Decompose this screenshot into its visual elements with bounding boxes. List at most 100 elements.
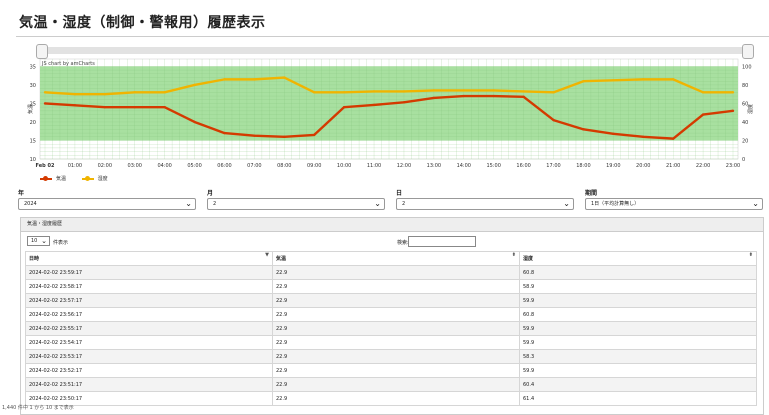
y-left-tick-label: 35 (30, 64, 36, 70)
temperature-point (283, 135, 286, 138)
x-tick-label: 09:00 (307, 163, 321, 169)
humidity-point (43, 91, 47, 94)
humidity-point (671, 78, 675, 81)
humidity-point (223, 78, 226, 81)
y-right-tick-label: 100 (742, 64, 752, 70)
legend-humidity-marker (81, 175, 94, 181)
legend-item-humidity[interactable]: 湿度 (81, 175, 108, 182)
x-tick-label: 11:00 (367, 163, 381, 169)
x-tick-label: 16:00 (516, 163, 530, 169)
column-header-datetime[interactable]: 日時 ▼ (25, 251, 273, 266)
cell-temp: 22.9 (272, 307, 520, 322)
cell-humidity: 59.9 (519, 363, 757, 378)
legend-temp-marker (40, 175, 52, 181)
year-value: 2024 (24, 201, 37, 207)
cell-datetime: 2024-02-02 23:51:17 (25, 377, 273, 392)
legend-humidity-label: 湿度 (97, 176, 108, 182)
y-right-tick-label: 0 (742, 157, 745, 163)
table-info: 1,440 件中 1 から 10 まで表示 (2, 405, 74, 411)
temperature-point (43, 102, 47, 105)
x-tick-label: 23:00 (726, 163, 740, 169)
temperature-point (522, 95, 525, 98)
cell-datetime: 2024-02-02 23:52:17 (25, 363, 273, 378)
table-row: 2024-02-02 23:52:17 22.9 59.9 (25, 363, 757, 378)
cell-temp: 22.9 (272, 377, 520, 392)
humidity-point (163, 91, 166, 94)
temperature-point (73, 104, 77, 107)
page-length-select[interactable]: 10 ⌄ (27, 236, 50, 246)
x-tick-label: 17:00 (546, 163, 560, 169)
humidity-point (372, 90, 376, 93)
cell-humidity: 59.9 (519, 335, 757, 350)
sort-desc-icon: ▼ (265, 252, 269, 258)
day-select[interactable]: 2 ⌄ (396, 198, 574, 210)
chevron-down-icon: ⌄ (185, 199, 192, 208)
x-tick-label: 02:00 (98, 163, 112, 169)
x-tick-label: 13:00 (427, 163, 441, 169)
page-length-suffix: 件表示 (53, 240, 69, 246)
year-select[interactable]: 2024 ⌄ (18, 198, 196, 210)
cell-datetime: 2024-02-02 23:53:17 (25, 349, 273, 364)
x-tick-label: 10:00 (337, 163, 351, 169)
temperature-point (223, 131, 226, 135)
humidity-point (522, 90, 525, 93)
legend-temp-label: 気温 (56, 176, 67, 182)
cell-temp: 22.9 (272, 265, 520, 280)
y-left-tick-label: 30 (30, 83, 36, 89)
x-tick-label: 15:00 (486, 163, 500, 169)
x-tick-label: 04:00 (157, 163, 171, 169)
cell-temp: 22.9 (272, 279, 520, 294)
humidity-point (283, 76, 286, 79)
chart-legend: 気温 湿度 (40, 175, 122, 182)
humidity-point (701, 91, 705, 94)
temperature-point (313, 133, 316, 137)
temperature-point (372, 103, 376, 107)
month-select[interactable]: 2 ⌄ (207, 198, 385, 210)
chart-scrollbar[interactable] (36, 44, 754, 59)
humidity-point (342, 91, 346, 94)
cell-temp: 22.9 (272, 349, 520, 364)
cell-datetime: 2024-02-02 23:57:17 (25, 293, 273, 308)
x-tick-label: 12:00 (397, 163, 411, 169)
sort-icon: ⬍ (748, 252, 753, 258)
temperature-point (701, 113, 705, 116)
page-title: 気温・湿度（制御・警報用）履歴表示 (19, 15, 266, 31)
day-label: 日 (396, 190, 403, 197)
legend-item-temp[interactable]: 気温 (40, 175, 66, 182)
x-tick-label: Feb 02 (36, 163, 55, 169)
history-panel: 気温・湿度履歴 10 ⌄ 件表示 検索: 日時 ▼ 気温 ⬍ 湿度 ⬍ 2024-02… (20, 217, 764, 415)
temperature-point (133, 105, 136, 109)
humidity-point (492, 89, 495, 92)
chevron-down-icon: ⌄ (752, 199, 759, 208)
history-table-body: 2024-02-02 23:59:17 22.9 60.8 2024-02-02 23… (25, 265, 757, 406)
y-left-axis-label: 気温 (27, 104, 34, 114)
table-row: 2024-02-02 23:59:17 22.9 60.8 (25, 265, 757, 280)
x-tick-label: 21:00 (666, 163, 680, 169)
column-header-humidity[interactable]: 湿度 ⬍ (519, 251, 757, 266)
month-label: 月 (207, 190, 214, 197)
period-value: 1日（平均計算無し） (591, 201, 640, 207)
humidity-point (193, 83, 196, 87)
humidity-point (313, 91, 316, 94)
period-select[interactable]: 1日（平均計算無し） ⌄ (585, 198, 763, 210)
temperature-point (402, 101, 406, 104)
humidity-point (133, 91, 136, 94)
chart-credit: JS chart by amCharts (41, 61, 95, 67)
cell-temp: 22.9 (272, 321, 520, 336)
humidity-point (253, 78, 256, 81)
column-header-temp[interactable]: 気温 ⬍ (272, 251, 520, 266)
cell-humidity: 60.4 (519, 377, 757, 392)
scrollbar-left-handle[interactable] (36, 44, 48, 59)
cell-datetime: 2024-02-02 23:59:17 (25, 265, 273, 280)
humidity-point (432, 89, 436, 92)
temperature-point (582, 128, 585, 131)
humidity-point (462, 89, 465, 92)
cell-humidity: 58.3 (519, 349, 757, 364)
y-left-tick-label: 15 (30, 138, 36, 144)
search-input[interactable] (408, 236, 476, 247)
temperature-point (462, 94, 465, 98)
scrollbar-right-handle[interactable] (742, 44, 754, 59)
cell-humidity: 58.9 (519, 279, 757, 294)
sort-icon: ⬍ (511, 252, 516, 258)
table-row: 2024-02-02 23:55:17 22.9 59.9 (25, 321, 757, 336)
